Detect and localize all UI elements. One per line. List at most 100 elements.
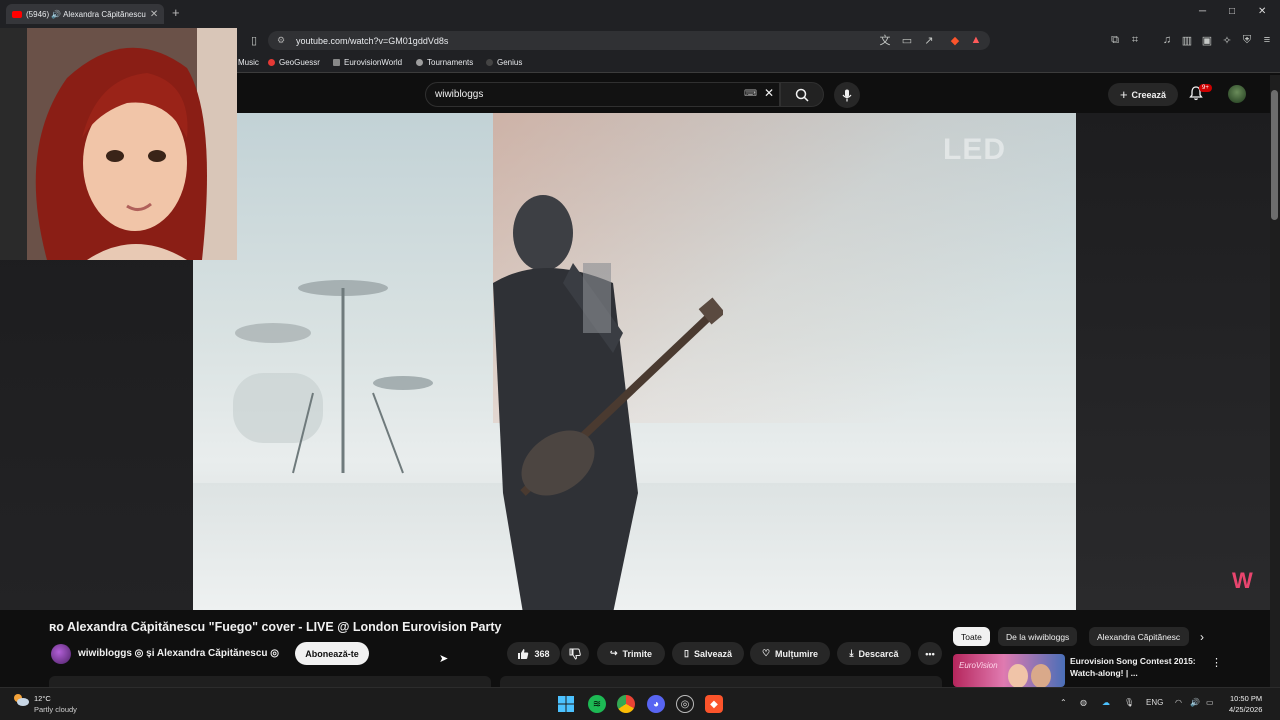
browser-tab-bar bbox=[0, 0, 1280, 27]
search-button[interactable] bbox=[780, 82, 824, 107]
page-icon bbox=[333, 59, 340, 66]
address-text: youtube.com/watch?v=GM01gddVd8s bbox=[296, 35, 449, 46]
mouse-cursor-icon: ➤ bbox=[439, 653, 449, 665]
partly-cloudy-icon bbox=[14, 694, 29, 706]
bookmark-label: Tournaments bbox=[427, 58, 474, 67]
wifi-icon[interactable]: ◠ bbox=[1175, 698, 1182, 707]
mic-tray-icon[interactable]: 🎙 bbox=[1124, 698, 1134, 707]
cast-icon[interactable]: ▭ bbox=[900, 33, 914, 47]
clock-date[interactable]: 4/25/2026 bbox=[1229, 705, 1262, 714]
tray-app-icon[interactable]: ◍ bbox=[1080, 698, 1087, 707]
pip-window-edge bbox=[0, 28, 27, 260]
recommendation-title[interactable]: Eurovision Song Contest 2015: Watch-alon… bbox=[1070, 655, 1200, 679]
site-settings-icon[interactable]: ⚙ bbox=[277, 35, 285, 46]
webcam-overlay-image bbox=[27, 28, 237, 260]
browser-tab[interactable]: (5946) 🔊 Alexandra Căpitănescu ✕ bbox=[6, 4, 164, 24]
drum-kit-image bbox=[233, 280, 433, 474]
download-button[interactable]: ⤓ Descarcă bbox=[837, 642, 911, 665]
chip-from-channel[interactable]: De la wiwibloggs bbox=[998, 627, 1078, 646]
bookmark-label: Music bbox=[238, 58, 259, 67]
start-windows-icon[interactable] bbox=[557, 695, 575, 713]
description-box[interactable] bbox=[49, 676, 491, 687]
thumbs-up-icon bbox=[518, 648, 529, 659]
player-letterbox-right bbox=[1076, 113, 1270, 610]
onedrive-icon[interactable]: ☁ bbox=[1102, 698, 1110, 707]
comments-preview[interactable] bbox=[500, 676, 942, 687]
guitarist-image bbox=[493, 195, 723, 610]
notification-count-badge: 9+ bbox=[1199, 84, 1212, 92]
clock-time[interactable]: 10:50 PM bbox=[1230, 694, 1262, 703]
maximize-icon[interactable]: □ bbox=[1229, 6, 1235, 17]
subscribe-button[interactable]: Abonează-te bbox=[295, 642, 369, 665]
channel-name[interactable]: wiwibloggs ◎ și Alexandra Căpitănescu ◎ bbox=[78, 648, 279, 659]
chip-all[interactable]: Toate bbox=[953, 627, 990, 646]
svg-text:EuroVision: EuroVision bbox=[959, 661, 998, 670]
pin-icon bbox=[268, 59, 275, 66]
bookmark-music[interactable]: Music bbox=[238, 58, 259, 67]
share-button[interactable]: ↪ Trimite bbox=[597, 642, 665, 665]
brave-shield-icon[interactable]: ◆ bbox=[948, 33, 962, 47]
battery-icon[interactable]: ▭ bbox=[1206, 698, 1214, 707]
minimize-icon[interactable]: ─ bbox=[1199, 6, 1206, 17]
volume-icon[interactable]: 🔊 bbox=[1190, 698, 1200, 707]
youtube-favicon-icon bbox=[12, 10, 22, 18]
save-label: Salvează bbox=[693, 648, 732, 659]
save-bookmark-icon: ▯ bbox=[684, 648, 689, 658]
sidebar-icon[interactable]: ▥ bbox=[1180, 33, 1194, 47]
dislike-button[interactable] bbox=[561, 642, 589, 665]
search-icon bbox=[795, 88, 809, 102]
bookmark-label: EurovisionWorld bbox=[344, 58, 403, 67]
account-avatar[interactable] bbox=[1228, 85, 1246, 103]
recommendation-thumbnail[interactable]: EuroVision bbox=[953, 654, 1065, 687]
discord-icon[interactable]: ◕ bbox=[647, 695, 665, 713]
vpn-icon[interactable]: ⛨ bbox=[1240, 33, 1254, 47]
translate-icon[interactable]: 文 bbox=[878, 33, 892, 47]
plus-icon: + bbox=[1119, 87, 1128, 102]
bookmark-tournaments[interactable]: Tournaments bbox=[416, 58, 473, 67]
search-input[interactable]: wiwibloggs ⌨ ✕ bbox=[425, 82, 780, 107]
bookmark-geoguessr[interactable]: GeoGuessr bbox=[268, 58, 320, 67]
recommendation-menu-icon[interactable]: ⋮ bbox=[1211, 656, 1222, 669]
thanks-button[interactable]: ♡ Mulțumire bbox=[750, 642, 830, 665]
share-icon: ↪ bbox=[609, 648, 618, 658]
keyboard-icon[interactable]: ⌨ bbox=[744, 88, 757, 99]
microphone-icon bbox=[842, 89, 852, 101]
wallet-icon[interactable]: ▣ bbox=[1200, 33, 1214, 47]
ai-icon[interactable]: ✧ bbox=[1220, 33, 1234, 47]
voice-search-button[interactable] bbox=[834, 82, 860, 108]
extensions-icon[interactable]: ⧉ bbox=[1108, 33, 1122, 47]
create-button[interactable]: + Creează bbox=[1108, 83, 1178, 106]
brave-icon[interactable]: ◆ bbox=[705, 695, 723, 713]
bookmark-genius[interactable]: Genius bbox=[486, 58, 522, 67]
clear-search-icon[interactable]: ✕ bbox=[764, 86, 774, 100]
language-indicator[interactable]: ENG bbox=[1146, 698, 1163, 707]
bookmark-icon[interactable]: ▯ bbox=[247, 33, 261, 47]
tab-title: (5946) 🔊 Alexandra Căpitănescu bbox=[26, 9, 146, 19]
more-actions-button[interactable]: ••• bbox=[918, 642, 942, 665]
spotify-icon[interactable]: ≋ bbox=[588, 695, 606, 713]
save-button[interactable]: ▯ Salvează bbox=[672, 642, 744, 665]
chips-next-icon[interactable]: › bbox=[1200, 630, 1204, 644]
share-label: Trimite bbox=[622, 648, 653, 659]
bookmark-eurovisionworld[interactable]: EurovisionWorld bbox=[333, 58, 402, 67]
screenshot-icon[interactable]: ⌗ bbox=[1128, 33, 1142, 47]
menu-icon[interactable]: ≡ bbox=[1260, 33, 1274, 47]
like-button[interactable]: 368 bbox=[507, 642, 560, 665]
video-frame[interactable]: LED bbox=[193, 113, 1076, 610]
scrollbar-thumb[interactable] bbox=[1271, 90, 1278, 220]
close-window-icon[interactable]: ✕ bbox=[1258, 6, 1266, 17]
weather-temperature[interactable]: 12°C bbox=[34, 694, 51, 703]
tray-overflow-icon[interactable]: ⌃ bbox=[1060, 698, 1067, 707]
tab-close-icon[interactable]: ✕ bbox=[150, 9, 158, 20]
share-page-icon[interactable]: ↗ bbox=[922, 33, 936, 47]
weather-description[interactable]: Partly cloudy bbox=[34, 705, 77, 714]
rewards-icon[interactable]: ▲ bbox=[969, 33, 983, 47]
chrome-icon[interactable] bbox=[617, 695, 635, 713]
obs-icon[interactable]: ◎ bbox=[676, 695, 694, 713]
media-icon[interactable]: ♫ bbox=[1160, 33, 1174, 47]
heart-dollar-icon: ♡ bbox=[761, 648, 771, 658]
thumbs-down-icon bbox=[569, 648, 581, 660]
channel-avatar[interactable] bbox=[51, 644, 71, 664]
chip-artist[interactable]: Alexandra Căpitănesc bbox=[1089, 627, 1189, 646]
new-tab-icon[interactable]: + bbox=[172, 5, 180, 20]
